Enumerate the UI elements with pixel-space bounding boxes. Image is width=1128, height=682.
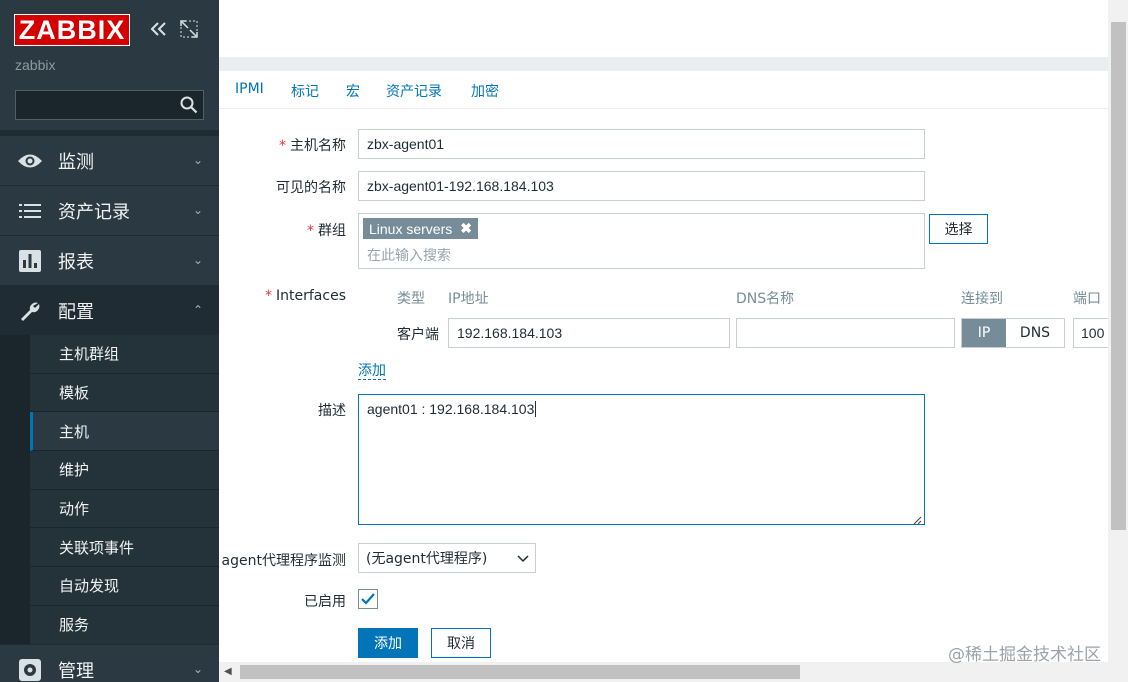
description-textarea[interactable]: agent01 : 192.168.184.103	[358, 394, 925, 525]
kiosk-mode-icon[interactable]	[180, 20, 198, 38]
header-area	[219, 0, 1108, 71]
connect-dns-option[interactable]: DNS	[1006, 319, 1064, 347]
iface-ip-input[interactable]: 192.168.184.103	[448, 318, 730, 348]
enabled-label: 已启用	[304, 594, 346, 610]
iface-col-ip: IP地址	[448, 291, 489, 307]
groups-multiselect[interactable]: Linux servers ✖ 在此输入搜索	[358, 213, 925, 269]
wrench-icon	[17, 298, 43, 324]
cancel-button[interactable]: 取消	[431, 628, 491, 658]
chevron-down-icon: ⌄	[193, 662, 204, 676]
menu-inventory[interactable]: 资产记录 ⌄	[0, 185, 219, 235]
submenu-maintenance[interactable]: 维护	[30, 451, 219, 490]
chevron-down-icon: ⌄	[193, 153, 204, 167]
menu-reports[interactable]: 报表 ⌄	[0, 235, 219, 285]
watermark: @稀土掘金技术社区	[948, 645, 1101, 665]
add-interface-link[interactable]: 添加	[358, 363, 386, 380]
check-icon	[361, 593, 375, 605]
hostname-input[interactable]: zbx-agent01	[358, 129, 925, 159]
description-label: 描述	[318, 403, 346, 419]
menu-label: 报表	[58, 251, 94, 273]
list-icon	[17, 198, 43, 224]
enabled-checkbox[interactable]	[358, 589, 378, 609]
iface-col-dns: DNS名称	[736, 291, 795, 307]
iface-port-input[interactable]: 100	[1073, 318, 1108, 348]
menu-label: 管理	[58, 660, 94, 682]
tab-macros[interactable]: 宏	[346, 81, 360, 101]
proxy-select[interactable]: (无agent代理程序)	[358, 543, 536, 573]
proxy-label: agent代理程序监测	[221, 553, 346, 569]
search-icon[interactable]	[180, 96, 198, 114]
chart-icon	[17, 248, 43, 274]
iface-connect-toggle: IP DNS	[961, 318, 1065, 348]
visible-name-input[interactable]: zbx-agent01-192.168.184.103	[358, 171, 925, 201]
menu-label: 配置	[58, 301, 94, 323]
eye-icon	[17, 148, 43, 174]
group-tag-label: Linux servers	[369, 220, 453, 237]
sidebar: ZABBIX zabbix 监测 ⌄ 资产记录 ⌄ 报表 ⌄ 配置 ⌃ 主机群组…	[0, 0, 219, 682]
chevron-down-icon	[517, 552, 529, 564]
tab-tags[interactable]: 标记	[291, 81, 319, 101]
iface-col-connect: 连接到	[961, 291, 1003, 307]
group-search-placeholder[interactable]: 在此输入搜索	[367, 245, 451, 265]
add-button[interactable]: 添加	[358, 628, 418, 658]
form-tabs: IPMI 标记 宏 资产记录 加密	[219, 71, 1108, 109]
chevron-up-icon: ⌃	[193, 303, 204, 317]
iface-dns-input[interactable]	[736, 318, 955, 348]
submenu-hosts[interactable]: 主机	[30, 412, 219, 452]
interfaces-label: * Interfaces	[265, 288, 346, 304]
config-submenu: 主机群组 模板 主机 维护 动作 关联项事件 自动发现 服务	[30, 335, 219, 645]
tab-inventory[interactable]: 资产记录	[386, 81, 442, 101]
connect-ip-option[interactable]: IP	[962, 319, 1006, 347]
hostname-label: * 主机名称	[279, 138, 346, 154]
zabbix-logo[interactable]: ZABBIX	[14, 14, 130, 46]
groups-label: * 群组	[307, 223, 346, 239]
iface-col-port: 端口	[1073, 291, 1101, 307]
gear-icon	[17, 657, 43, 682]
chevron-down-icon: ⌄	[193, 203, 204, 217]
group-tag: Linux servers ✖	[363, 218, 478, 239]
menu-label: 资产记录	[58, 201, 130, 223]
tab-encryption[interactable]: 加密	[471, 81, 499, 101]
proxy-selected-value: (无agent代理程序)	[366, 551, 488, 567]
remove-icon[interactable]: ✖	[460, 220, 472, 237]
menu-configuration[interactable]: 配置 ⌃	[0, 285, 219, 335]
sidebar-header: ZABBIX zabbix	[0, 0, 219, 130]
submenu-event-correlation[interactable]: 关联项事件	[30, 528, 219, 568]
horizontal-scroll-thumb[interactable]	[240, 665, 800, 679]
visible-name-label: 可见的名称	[276, 180, 346, 196]
iface-col-type: 类型	[397, 291, 425, 307]
submenu-host-groups[interactable]: 主机群组	[30, 335, 219, 374]
iface-type-agent: 客户端	[397, 327, 439, 343]
submenu-gutter	[0, 335, 30, 645]
scroll-left-icon[interactable]: ◀	[224, 666, 232, 677]
menu-monitoring[interactable]: 监测 ⌄	[0, 135, 219, 185]
server-name: zabbix	[15, 57, 56, 73]
submenu-templates[interactable]: 模板	[30, 373, 219, 413]
menu-administration[interactable]: 管理 ⌄	[0, 644, 219, 682]
chevron-down-icon: ⌄	[193, 253, 204, 267]
search-input[interactable]	[15, 90, 204, 120]
description-text: agent01 : 192.168.184.103	[367, 401, 535, 417]
vertical-scroll-thumb[interactable]	[1111, 22, 1126, 530]
submenu-services[interactable]: 服务	[30, 605, 219, 645]
select-groups-button[interactable]: 选择	[929, 214, 988, 244]
submenu-actions[interactable]: 动作	[30, 489, 219, 529]
menu-label: 监测	[58, 151, 94, 173]
resize-handle-icon[interactable]	[912, 512, 922, 525]
collapse-sidebar-icon[interactable]	[148, 18, 170, 40]
tab-ipmi[interactable]: IPMI	[235, 81, 264, 97]
submenu-discovery[interactable]: 自动发现	[30, 567, 219, 606]
